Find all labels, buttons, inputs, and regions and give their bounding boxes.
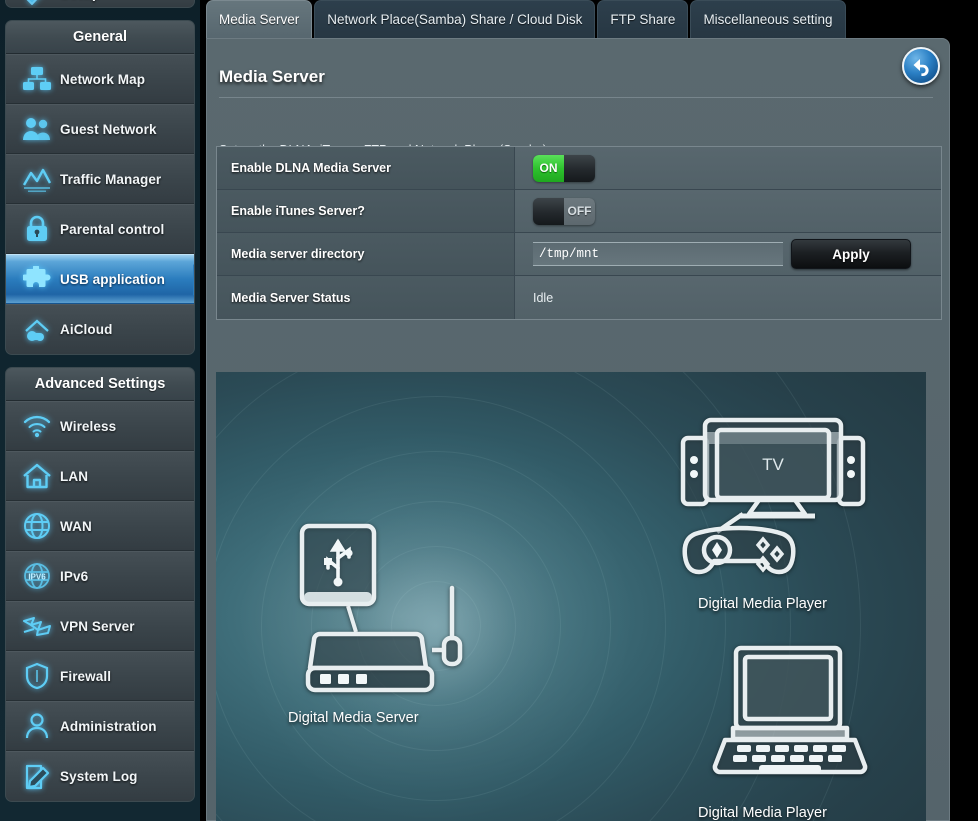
digital-media-server-label: Digital Media Server — [288, 710, 419, 726]
tv-graphic: TV — [680, 417, 866, 575]
setting-label: Enable iTunes Server? — [217, 190, 515, 232]
router-admin-page: Setup General Network Map Guest Network — [0, 0, 978, 821]
back-arrow-icon[interactable] — [902, 47, 940, 85]
vpn-icon — [14, 609, 60, 643]
sidebar-item-parental-control[interactable]: Parental control — [6, 204, 194, 254]
sidebar-item-label: Guest Network — [60, 121, 157, 137]
toggle-knob — [564, 154, 595, 182]
svg-text:IPV6: IPV6 — [28, 573, 46, 582]
sidebar-item-administration[interactable]: Administration — [6, 701, 194, 751]
tab-network-place-samba-share[interactable]: Network Place(Samba) Share / Cloud Disk — [314, 0, 596, 38]
sidebar-group-setup: Setup — [5, 0, 195, 8]
sidebar-item-label: VPN Server — [60, 618, 135, 634]
user-icon — [14, 709, 60, 743]
sidebar-item-label: Wireless — [60, 418, 117, 434]
sidebar-item-label: Traffic Manager — [60, 171, 162, 187]
sidebar-item-lan[interactable]: LAN — [6, 451, 194, 501]
ipv6-globe-icon: IPV6 — [14, 559, 60, 593]
sidebar-item-label: Parental control — [60, 221, 165, 237]
traffic-manager-icon — [14, 162, 60, 196]
setting-row-dlna: Enable DLNA Media Server ON — [217, 147, 941, 190]
home-icon — [14, 459, 60, 493]
tab-ftp-share[interactable]: FTP Share — [597, 0, 689, 38]
sidebar-item-label: Setup — [60, 0, 101, 2]
pencil-setup-icon — [14, 0, 60, 7]
sidebar-item-firewall[interactable]: Firewall — [6, 651, 194, 701]
sidebar-item-label: IPv6 — [60, 568, 89, 584]
main-content: Media Server Network Place(Samba) Share … — [200, 0, 978, 821]
sidebar-item-label: LAN — [60, 468, 89, 484]
tab-bar: Media Server Network Place(Samba) Share … — [206, 0, 848, 38]
puzzle-icon — [14, 262, 60, 296]
sidebar-item-vpn-server[interactable]: VPN Server — [6, 601, 194, 651]
setting-label: Enable DLNA Media Server — [217, 147, 515, 189]
setting-label: Media Server Status — [217, 276, 515, 319]
sidebar-item-setup[interactable]: Setup — [6, 0, 194, 7]
laptop-media-player-label: Digital Media Player — [698, 805, 827, 821]
shield-icon — [14, 659, 60, 693]
setting-value: OFF — [515, 190, 941, 232]
log-pencil-icon — [14, 760, 60, 794]
sidebar-item-traffic-manager[interactable]: Traffic Manager — [6, 154, 194, 204]
sidebar-group-title-advanced: Advanced Settings — [6, 368, 194, 401]
sidebar-item-aicloud[interactable]: AiCloud — [6, 304, 194, 354]
sidebar-item-system-log[interactable]: System Log — [6, 751, 194, 801]
guest-network-icon — [14, 112, 60, 146]
sidebar-group-title-general: General — [6, 21, 194, 54]
toggle-off-label: OFF — [564, 197, 595, 225]
itunes-toggle[interactable]: OFF — [533, 197, 595, 225]
toggle-knob — [533, 197, 564, 225]
sidebar-item-wan[interactable]: WAN — [6, 501, 194, 551]
digital-media-server-graphic — [299, 523, 463, 693]
media-server-illustration: Digital Media Server TV Digital Media Pl… — [216, 372, 926, 821]
sidebar-group-general: General Network Map Guest Network Traffi… — [5, 20, 195, 355]
media-server-directory-input[interactable] — [533, 242, 783, 266]
sidebar-item-label: USB application — [60, 271, 166, 287]
sidebar-item-network-map[interactable]: Network Map — [6, 54, 194, 104]
cloud-icon — [14, 313, 60, 347]
laptop-graphic — [712, 645, 868, 775]
tv-media-player-label: Digital Media Player — [698, 596, 827, 612]
content-card: Media Server Set up the DLNA, iTunes, FT… — [206, 38, 950, 821]
setting-row-itunes: Enable iTunes Server? OFF — [217, 190, 941, 233]
setting-value: Apply — [515, 233, 941, 275]
apply-button[interactable]: Apply — [791, 239, 911, 269]
sidebar-item-usb-application[interactable]: USB application — [6, 254, 194, 304]
toggle-on-label: ON — [533, 154, 564, 182]
page-title: Media Server — [219, 67, 325, 86]
sidebar: Setup General Network Map Guest Network — [0, 0, 200, 821]
wifi-icon — [14, 409, 60, 443]
lock-icon — [14, 212, 60, 246]
network-map-icon — [14, 62, 60, 96]
media-server-status-value: Idle — [515, 276, 941, 319]
sidebar-item-label: Firewall — [60, 668, 112, 684]
sidebar-item-label: Network Map — [60, 71, 146, 87]
setting-label: Media server directory — [217, 233, 515, 275]
sidebar-item-label: WAN — [60, 518, 92, 534]
sidebar-item-ipv6[interactable]: IPV6 IPv6 — [6, 551, 194, 601]
sidebar-item-label: AiCloud — [60, 322, 113, 337]
sidebar-item-label: System Log — [60, 769, 138, 784]
title-divider — [219, 97, 933, 98]
setting-row-status: Media Server Status Idle — [217, 276, 941, 319]
globe-icon — [14, 509, 60, 543]
settings-table: Enable DLNA Media Server ON Enable iTune… — [216, 146, 942, 320]
dlna-toggle[interactable]: ON — [533, 154, 595, 182]
setting-value: ON — [515, 147, 941, 189]
sidebar-item-wireless[interactable]: Wireless — [6, 401, 194, 451]
setting-row-media-directory: Media server directory Apply — [217, 233, 941, 276]
tv-screen-text: TV — [762, 455, 784, 474]
sidebar-item-label: Administration — [60, 718, 157, 734]
sidebar-group-advanced: Advanced Settings Wireless LAN WAN IPV6 … — [5, 367, 195, 802]
sidebar-item-guest-network[interactable]: Guest Network — [6, 104, 194, 154]
tab-media-server[interactable]: Media Server — [206, 0, 313, 38]
tab-miscellaneous-setting[interactable]: Miscellaneous setting — [690, 0, 846, 38]
